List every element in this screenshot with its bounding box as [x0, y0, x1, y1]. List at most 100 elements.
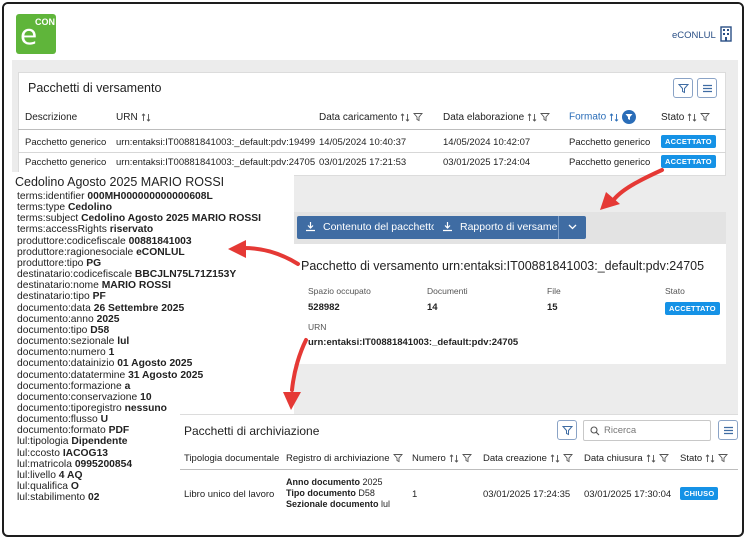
filter-icon[interactable] [658, 453, 669, 463]
col-stato[interactable]: Stato [661, 112, 711, 123]
documenti-label: Documenti [427, 286, 468, 296]
metadata-key: lul:livello [17, 469, 56, 481]
metadata-line: destinatario:codicefiscale BBCJLN75L71Z1… [17, 269, 261, 280]
user-name[interactable]: eCONLUL [672, 30, 716, 41]
cell-data-elaborazione: 03/01/2025 17:24:04 [443, 157, 531, 168]
stato-label: Stato [665, 286, 685, 296]
metadata-value: PDF [108, 425, 130, 437]
metadata-key: produttore:codicefiscale [17, 235, 126, 247]
metadata-value: lul [117, 336, 130, 348]
metadata-value: a [124, 380, 131, 392]
metadata-line: terms:identifier 000MH000000000000608L [17, 191, 261, 202]
sort-icon[interactable] [550, 454, 560, 463]
status-badge: ACCETTATO [661, 135, 716, 148]
filter-icon[interactable] [562, 453, 573, 463]
cell-urn: urn:entaksi:IT00881841003:_default:pdv:1… [116, 137, 316, 148]
col-urn[interactable]: URN [116, 112, 151, 123]
menu-button[interactable] [697, 78, 717, 98]
tipo-value: D58 [358, 488, 375, 498]
rapporto-versamento-button[interactable]: Rapporto di versamento [434, 216, 572, 239]
sort-icon[interactable] [400, 113, 410, 122]
search-input[interactable] [604, 423, 704, 438]
metadata-line: destinatario:tipo PF [17, 291, 261, 302]
col-data-chiusura-label: Data chiusura [584, 453, 643, 464]
metadata-key: documento:formazione [17, 380, 122, 392]
sort-icon[interactable] [609, 112, 619, 122]
sort-icon[interactable] [705, 454, 715, 463]
filter-icon[interactable] [413, 112, 424, 122]
metadata-key: lul:qualifica [17, 481, 68, 493]
sort-icon[interactable] [141, 113, 151, 122]
filter-button[interactable] [673, 78, 693, 98]
active-filter-icon[interactable] [622, 110, 637, 124]
cell-data-elaborazione: 14/05/2024 10:42:07 [443, 137, 531, 148]
col-data-caricamento[interactable]: Data caricamento [319, 112, 424, 123]
col-data-creazione-label: Data creazione [483, 453, 547, 464]
cell-data-creazione: 03/01/2025 17:24:35 [483, 489, 571, 500]
sort-icon[interactable] [687, 113, 697, 122]
metadata-line: documento:data 26 Settembre 2025 [17, 303, 261, 314]
sort-icon[interactable] [527, 113, 537, 122]
metadata-value: 01 Agosto 2025 [117, 358, 193, 370]
col-registro-label: Registro di archiviazione [286, 453, 390, 464]
col-data-chiusura[interactable]: Data chiusura [584, 453, 669, 464]
col-registro[interactable]: Registro di archiviazione [286, 453, 403, 464]
metadata-key: documento:flusso [17, 414, 98, 426]
filter-icon[interactable] [718, 453, 729, 463]
metadata-key: destinatario:tipo [17, 291, 90, 303]
rapporto-dropdown-button[interactable] [558, 216, 586, 239]
metadata-value: 31 Agosto 2025 [128, 369, 204, 381]
download-icon [443, 222, 452, 232]
filter-icon[interactable] [392, 453, 403, 463]
metadata-key: lul:matricola [17, 458, 72, 470]
menu-button[interactable] [718, 420, 738, 440]
col-stato-label: Stato [661, 112, 685, 123]
metadata-line: documento:datainizio 01 Agosto 2025 [17, 358, 261, 369]
col-data-caricamento-label: Data caricamento [319, 112, 398, 123]
metadata-line: destinatario:nome MARIO ROSSI [17, 280, 261, 291]
cell-descrizione: Pacchetto generico [25, 137, 107, 148]
cell-data-caricamento: 14/05/2024 10:40:37 [319, 137, 407, 148]
metadata-line: terms:subject Cedolino Agosto 2025 MARIO… [17, 213, 261, 224]
metadata-key: terms:accessRights [17, 224, 107, 236]
filter-icon[interactable] [461, 453, 472, 463]
metadata-key: produttore:tipo [17, 257, 84, 269]
menu-icon [724, 426, 733, 435]
metadata-line: terms:accessRights riservato [17, 224, 261, 235]
metadata-value: BBCJLN75L71Z153Y [134, 269, 237, 281]
metadata-key: documento:tipo [17, 324, 88, 336]
metadata-value: D58 [90, 324, 110, 336]
metadata-key: lul:stabilimento [17, 492, 86, 504]
sort-icon[interactable] [646, 454, 656, 463]
building-icon[interactable] [720, 26, 732, 42]
metadata-key: destinatario:codicefiscale [17, 269, 133, 281]
metadata-key: documento:sezionale [17, 336, 115, 348]
contenuto-pacchetto-label: Contenuto del pacchetto [323, 221, 437, 233]
col-numero[interactable]: Numero [412, 453, 472, 464]
cell-urn: urn:entaksi:IT00881841003:_default:pdv:2… [116, 157, 316, 168]
metadata-value: 000MH000000000000608L [87, 191, 213, 202]
col-data-elaborazione[interactable]: Data elaborazione [443, 112, 551, 123]
contenuto-pacchetto-button[interactable]: Contenuto del pacchetto [297, 216, 445, 239]
metadata-value: O [70, 481, 79, 493]
file-value: 15 [547, 302, 558, 313]
filter-icon[interactable] [540, 112, 551, 122]
col-data-creazione[interactable]: Data creazione [483, 453, 573, 464]
col-stato[interactable]: Stato [680, 453, 729, 464]
cell-data-caricamento: 03/01/2025 17:21:53 [319, 157, 407, 168]
filter-button[interactable] [557, 420, 577, 440]
metadata-key: terms:identifier [17, 191, 85, 202]
col-formato[interactable]: Formato [569, 110, 637, 124]
search-field[interactable] [583, 420, 711, 441]
sort-icon[interactable] [449, 454, 459, 463]
metadata-key: documento:tiporegistro [17, 402, 122, 414]
header-divider [180, 469, 738, 470]
menu-icon [703, 84, 712, 93]
status-badge: ACCETTATO [661, 155, 716, 168]
filter-icon[interactable] [700, 112, 711, 122]
metadata-value: PF [92, 291, 106, 303]
anno-label: Anno documento [286, 477, 360, 487]
app-logo[interactable]: e CON [16, 14, 56, 54]
col-urn-label: URN [116, 112, 138, 123]
metadata-line: documento:tipo D58 [17, 325, 261, 336]
